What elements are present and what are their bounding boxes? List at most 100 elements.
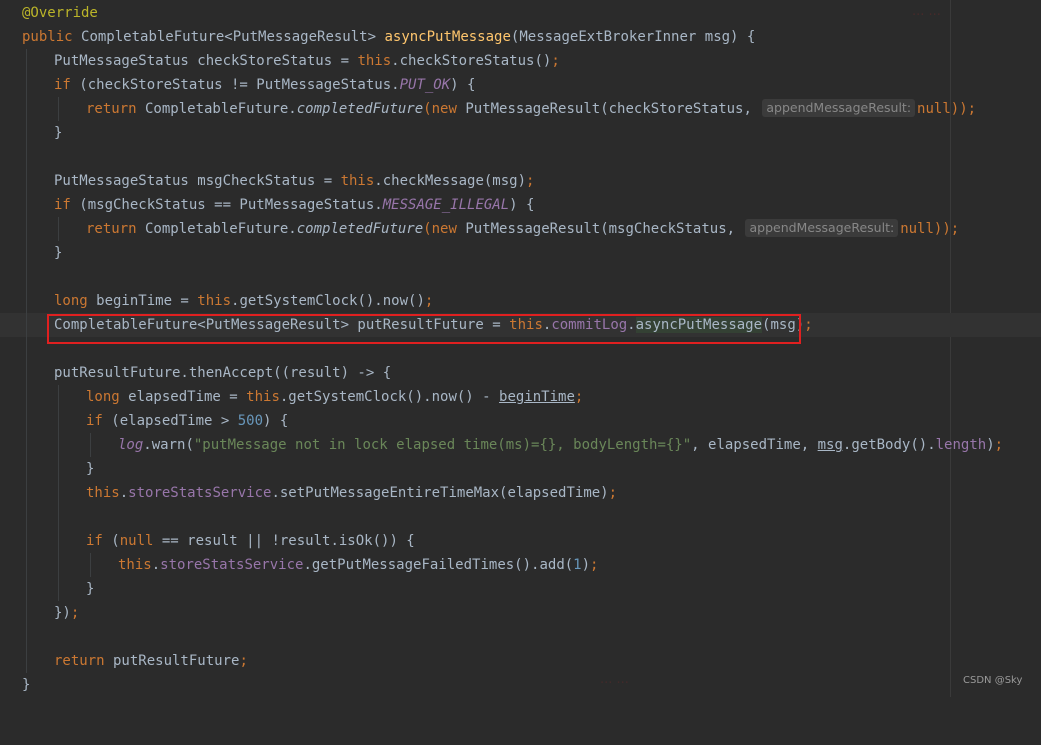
keyword: this: [197, 293, 232, 309]
code-line-23[interactable]: if (null == result || !result.isOk()) {: [0, 529, 1041, 553]
code-line-1[interactable]: @Override: [0, 1, 1041, 25]
code-line-29[interactable]: }: [0, 673, 1041, 697]
code-line-18[interactable]: if (elapsedTime > 500) {: [0, 409, 1041, 433]
code-text: ) {: [450, 77, 476, 93]
field-reference: storeStatsService: [160, 557, 304, 573]
code-line-8[interactable]: PutMessageStatus msgCheckStatus = this.c…: [0, 169, 1041, 193]
code-line-7[interactable]: [0, 145, 1041, 169]
indent-guide: [26, 457, 27, 481]
indent-guide: [58, 577, 59, 601]
code-line-20[interactable]: }: [0, 457, 1041, 481]
code-line-13[interactable]: long beginTime = this.getSystemClock().n…: [0, 289, 1041, 313]
code-line-24[interactable]: this.storeStatsService.getPutMessageFail…: [0, 553, 1041, 577]
string-literal: "putMessage not in lock elapsed time(ms)…: [193, 437, 692, 453]
semicolon: ;: [551, 53, 560, 69]
indent-guide: [26, 49, 27, 73]
code-text: ) {: [263, 413, 289, 429]
code-text: .: [151, 557, 161, 573]
code-text: PutMessageResult(msgCheckStatus,: [456, 221, 744, 237]
code-line-5[interactable]: return CompletableFuture.completedFuture…: [0, 97, 1041, 121]
indent-guide: [26, 265, 27, 289]
code-text: PutMessageStatus msgCheckStatus =: [54, 173, 341, 189]
watermark-top: ... ...: [912, 4, 941, 19]
number-literal: 500: [237, 413, 264, 429]
keyword: if: [54, 197, 71, 213]
closing-brace: }: [86, 581, 95, 597]
indent-guide: [26, 601, 27, 625]
keyword: this: [86, 485, 120, 501]
code-line-6[interactable]: }: [0, 121, 1041, 145]
keyword: this: [246, 389, 280, 405]
code-line-17[interactable]: long elapsedTime = this.getSystemClock()…: [0, 385, 1041, 409]
indent-guide: [26, 505, 27, 529]
indent-guide: [26, 217, 27, 241]
code-text: (elapsedTime >: [102, 413, 238, 429]
keyword: null: [917, 101, 951, 117]
field-reference: storeStatsService: [128, 485, 272, 501]
code-line-3[interactable]: PutMessageStatus checkStoreStatus = this…: [0, 49, 1041, 73]
indent-guide: [26, 289, 27, 313]
code-line-28[interactable]: return putResultFuture;: [0, 649, 1041, 673]
field-reference: length: [935, 437, 987, 453]
enum-constant: MESSAGE_ILLEGAL: [382, 197, 510, 213]
indent-guide: [26, 433, 27, 457]
code-line-11[interactable]: }: [0, 241, 1041, 265]
captured-variable: msg: [817, 437, 843, 453]
code-text: == result || !result.isOk()) {: [153, 533, 415, 549]
indent-guide: [26, 313, 27, 337]
code-line-9[interactable]: if (msgCheckStatus == PutMessageStatus.M…: [0, 193, 1041, 217]
code-line-26[interactable]: });: [0, 601, 1041, 625]
keyword: new: [431, 101, 457, 117]
code-line-25[interactable]: }: [0, 577, 1041, 601]
indent-guide: [90, 433, 91, 457]
static-method: completedFuture: [296, 221, 424, 237]
code-editor[interactable]: @Override public CompletableFuture<PutMe…: [0, 0, 1041, 697]
code-text: .getPutMessageFailedTimes().add(: [303, 557, 574, 573]
keyword: if: [86, 533, 103, 549]
code-line-21[interactable]: this.storeStatsService.setPutMessageEnti…: [0, 481, 1041, 505]
parameter-hint: appendMessageResult:: [762, 99, 916, 117]
code-text: .warn(: [143, 437, 194, 453]
closing-brace: }: [86, 461, 95, 477]
code-text: ));: [950, 101, 977, 117]
indent-guide: [26, 145, 27, 169]
code-text: (msgCheckStatus == PutMessageStatus.: [70, 197, 383, 213]
code-line-2[interactable]: public CompletableFuture<PutMessageResul…: [0, 25, 1041, 49]
code-line-22[interactable]: [0, 505, 1041, 529]
indent-guide: [26, 169, 27, 193]
indent-guide: [58, 505, 59, 529]
indent-guide: [58, 529, 59, 553]
type-name: CompletableFuture<PutMessageResult>: [81, 29, 377, 45]
code-line-12[interactable]: [0, 265, 1041, 289]
code-text: .getBody().: [842, 437, 936, 453]
keyword: long: [54, 293, 88, 309]
code-text: (checkStoreStatus != PutMessageStatus.: [70, 77, 400, 93]
indent-guide: [26, 337, 27, 361]
code-line-27[interactable]: [0, 625, 1041, 649]
keyword: return: [86, 221, 137, 237]
watermark-badge: CSDN @Sky: [963, 675, 1023, 686]
keyword: if: [86, 413, 103, 429]
code-line-19[interactable]: log.warn("putMessage not in lock elapsed…: [0, 433, 1041, 457]
keyword: if: [54, 77, 71, 93]
code-text: .getSystemClock().now() -: [279, 389, 500, 405]
code-text: PutMessageResult(checkStoreStatus,: [456, 101, 761, 117]
code-text: PutMessageStatus checkStoreStatus =: [54, 53, 358, 69]
code-line-16[interactable]: putResultFuture.thenAccept((result) -> {: [0, 361, 1041, 385]
indent-guide: [26, 481, 27, 505]
code-text: ): [986, 437, 995, 453]
code-line-10[interactable]: return CompletableFuture.completedFuture…: [0, 217, 1041, 241]
code-line-4[interactable]: if (checkStoreStatus != PutMessageStatus…: [0, 73, 1041, 97]
keyword: null: [900, 221, 934, 237]
semicolon: ;: [424, 293, 434, 309]
semicolon: ;: [608, 485, 618, 501]
logger-field: log: [118, 437, 144, 453]
method-name: asyncPutMessage: [384, 29, 511, 45]
indent-guide: [26, 73, 27, 97]
keyword: public: [22, 29, 73, 45]
keyword: long: [86, 389, 120, 405]
code-text: putResultFuture: [104, 653, 240, 669]
enum-constant: PUT_OK: [399, 77, 451, 93]
keyword: this: [340, 173, 375, 189]
indent-guide: [58, 433, 59, 457]
